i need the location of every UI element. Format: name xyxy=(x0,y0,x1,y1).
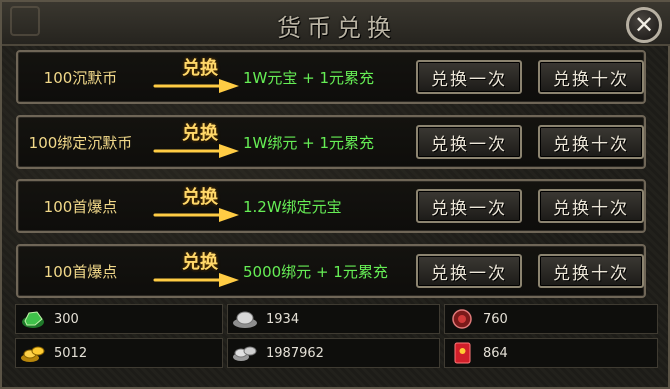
exchange-window: 货币兑换 ✕ 100沉默币 兑换 1W元宝 + 1元累充 兑换一次 兑换十次 1… xyxy=(0,0,670,389)
arrow-right-icon xyxy=(153,144,239,158)
exchange-row: 100首爆点 兑换 5000绑元 + 1元累充 兑换一次 兑换十次 xyxy=(16,244,646,298)
exchange-once-button[interactable]: 兑换一次 xyxy=(416,125,522,159)
exchange-once-button[interactable]: 兑换一次 xyxy=(416,189,522,223)
exchange-row: 100绑定沉默币 兑换 1W绑元 + 1元累充 兑换一次 兑换十次 xyxy=(16,115,646,169)
exchange-arrow: 兑换 xyxy=(153,248,248,294)
arrow-right-icon xyxy=(153,273,239,287)
exchange-result: 1.2W绑定元宝 xyxy=(243,197,342,216)
exchange-result: 5000绑元 + 1元累充 xyxy=(243,262,388,281)
exchange-source: 100绑定沉默币 xyxy=(28,133,133,152)
exchange-row: 100沉默币 兑换 1W元宝 + 1元累充 兑换一次 兑换十次 xyxy=(16,50,646,104)
exchange-arrow: 兑换 xyxy=(153,54,248,100)
exchange-ten-button[interactable]: 兑换十次 xyxy=(538,60,644,94)
exchange-source: 100沉默币 xyxy=(43,68,118,87)
silver-bars-icon xyxy=(233,346,257,361)
exchange-result: 1W元宝 + 1元累充 xyxy=(243,68,375,87)
close-button[interactable]: ✕ xyxy=(626,7,662,43)
resource-gold-ingot: 5012 xyxy=(15,338,223,368)
resource-green-gem: 300 xyxy=(15,304,223,334)
resource-value: 1987962 xyxy=(266,345,324,361)
exchange-row: 100首爆点 兑换 1.2W绑定元宝 兑换一次 兑换十次 xyxy=(16,179,646,233)
exchange-ten-button[interactable]: 兑换十次 xyxy=(538,125,644,159)
arrow-right-icon xyxy=(153,208,239,222)
resource-value: 864 xyxy=(483,345,508,361)
exchange-once-button[interactable]: 兑换一次 xyxy=(416,254,522,288)
green-gem-icon xyxy=(22,311,44,328)
resource-red-envelope: 864 xyxy=(444,338,658,368)
red-orb-icon xyxy=(452,309,472,329)
exchange-ten-button[interactable]: 兑换十次 xyxy=(538,189,644,223)
resource-value: 5012 xyxy=(54,345,88,361)
exchange-once-button[interactable]: 兑换一次 xyxy=(416,60,522,94)
close-icon: ✕ xyxy=(633,11,655,39)
exchange-result: 1W绑元 + 1元累充 xyxy=(243,133,375,152)
resource-red-orb: 760 xyxy=(444,304,658,334)
exchange-source: 100首爆点 xyxy=(43,197,118,216)
exchange-source: 100首爆点 xyxy=(43,262,118,281)
silver-ingot-icon xyxy=(233,311,257,328)
exchange-arrow: 兑换 xyxy=(153,183,248,229)
resource-value: 300 xyxy=(54,311,79,327)
exchange-arrow: 兑换 xyxy=(153,119,248,165)
resource-value: 1934 xyxy=(266,311,300,327)
gold-ingot-icon xyxy=(21,346,45,362)
exchange-ten-button[interactable]: 兑换十次 xyxy=(538,254,644,288)
resource-silver-bars: 1987962 xyxy=(227,338,440,368)
resource-silver-ingot: 1934 xyxy=(227,304,440,334)
window-title: 货币兑换 xyxy=(277,14,397,42)
title-bar: 货币兑换 ✕ xyxy=(2,2,670,46)
arrow-right-icon xyxy=(153,79,239,93)
red-envelope-icon xyxy=(454,342,471,364)
resource-value: 760 xyxy=(483,311,508,327)
